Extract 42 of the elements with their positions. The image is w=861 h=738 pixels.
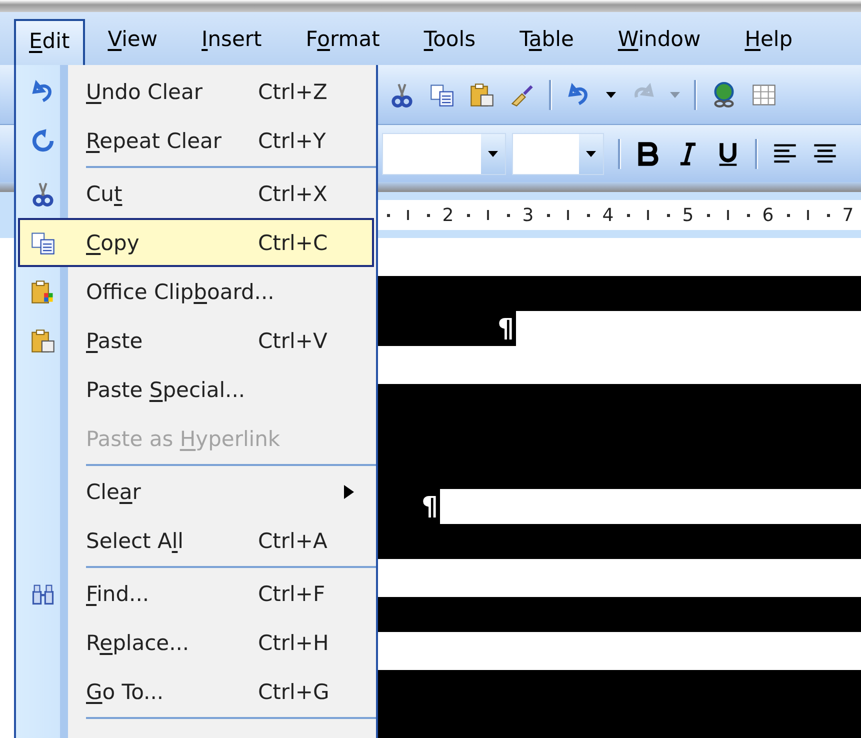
dropdown-arrow-icon[interactable] <box>606 92 616 98</box>
font-name-field[interactable] <box>382 132 506 174</box>
paragraph-mark: ¶ <box>497 314 515 344</box>
scissors-icon[interactable] <box>30 180 56 206</box>
ruler-number: 5 <box>681 204 695 226</box>
menu-bar-item[interactable]: Window <box>602 16 716 60</box>
redo-icon[interactable] <box>30 128 56 154</box>
menu-item[interactable]: Paste Ctrl+V <box>18 316 374 365</box>
table-icon[interactable] <box>751 82 777 108</box>
menu-item[interactable]: Repeat Clear Ctrl+Y <box>18 116 374 165</box>
menu-item[interactable]: Go To... Ctrl+G <box>18 667 374 716</box>
dropdown-arrow-icon[interactable] <box>586 150 596 156</box>
menu-bar-item[interactable]: Edit <box>14 18 85 66</box>
menu-item[interactable]: Copy Ctrl+C <box>18 218 374 267</box>
menu-bar-item[interactable]: Tools <box>408 16 491 60</box>
paste-icon[interactable] <box>469 82 495 108</box>
menu-bar-item[interactable]: View <box>92 16 173 60</box>
ruler-number: 6 <box>761 204 775 226</box>
menu-item[interactable]: Paste Special... <box>18 365 374 414</box>
menu-item[interactable]: Replace... Ctrl+H <box>18 618 374 667</box>
menu-bar-item[interactable]: Help <box>730 16 808 60</box>
paste-icon[interactable] <box>30 328 56 354</box>
dropdown-arrow-icon[interactable] <box>488 150 498 156</box>
ruler-number: 3 <box>521 204 535 226</box>
menu-item[interactable]: Office Clipboard... <box>18 267 374 316</box>
menu-item[interactable]: Find... Ctrl+F <box>18 569 374 618</box>
clipboard-icon[interactable] <box>30 278 56 304</box>
menu-item[interactable]: Select All Ctrl+A <box>18 516 374 565</box>
paragraph-mark: ¶ <box>421 492 439 522</box>
menu-bar-item[interactable]: Table <box>504 16 589 60</box>
menu-bar-item[interactable]: Format <box>290 16 395 60</box>
ruler-number: 2 <box>441 204 455 226</box>
menu-bar-item[interactable]: Insert <box>186 16 277 60</box>
menu-item[interactable]: Cut Ctrl+X <box>18 169 374 218</box>
submenu-arrow-icon <box>344 484 354 498</box>
copy-icon[interactable] <box>429 82 455 108</box>
menu-item[interactable]: Clear <box>18 467 374 516</box>
font-size-field[interactable] <box>512 132 604 174</box>
scissors-icon[interactable] <box>389 82 415 108</box>
ruler-number: 4 <box>601 204 615 226</box>
copy-icon[interactable] <box>30 230 56 256</box>
ruler-number: 7 <box>841 204 855 226</box>
